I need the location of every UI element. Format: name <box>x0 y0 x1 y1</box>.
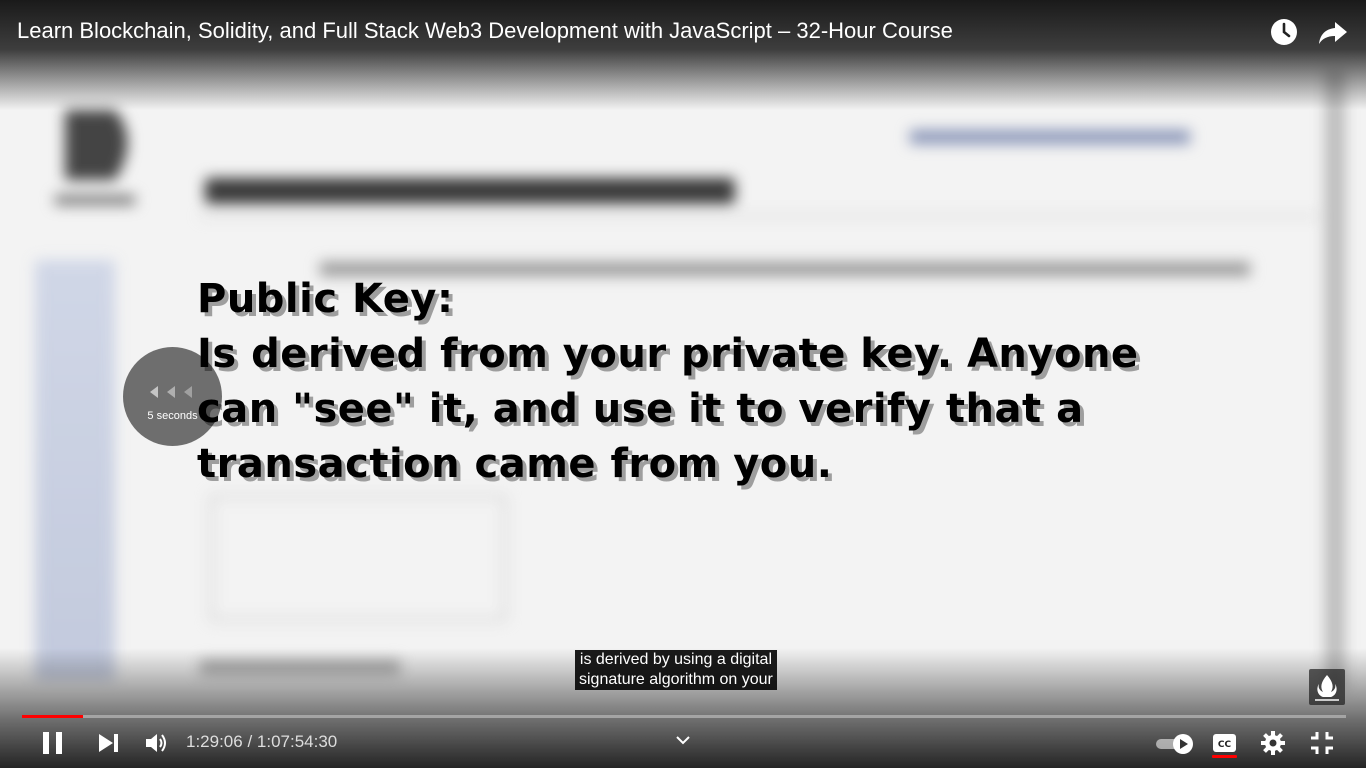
svg-text:CC: CC <box>1218 740 1232 750</box>
blurred-sidebar <box>35 260 115 680</box>
gear-icon[interactable] <box>1261 731 1285 755</box>
video-title[interactable]: Learn Blockchain, Solidity, and Full Sta… <box>17 18 953 44</box>
clock-icon[interactable] <box>1268 16 1300 48</box>
slide-line: transaction came from you. <box>197 441 833 487</box>
cc-icon[interactable]: CC <box>1212 733 1237 753</box>
top-gradient <box>0 0 1366 110</box>
blurred-logo <box>45 100 145 210</box>
time-display: 1:29:06 / 1:07:54:30 <box>186 732 338 751</box>
blurred-right-border <box>1325 70 1345 690</box>
watermark-logo[interactable] <box>1309 669 1345 705</box>
seek-back-indicator: 5 seconds <box>123 347 222 446</box>
caption-window[interactable]: is derived by using a digital signature … <box>575 650 777 690</box>
volume-icon[interactable] <box>144 731 170 755</box>
slide-line: Is derived from your private key. Anyone <box>197 331 1139 377</box>
slide-line: can "see" it, and use it to verify that … <box>197 386 1084 432</box>
blurred-divider <box>200 215 1320 217</box>
blurred-nav <box>910 130 1190 144</box>
progress-bar[interactable] <box>22 715 1346 718</box>
chevron-down-icon[interactable] <box>675 734 691 746</box>
pause-icon[interactable] <box>40 730 66 756</box>
progress-played <box>22 715 83 718</box>
caption-line: is derived by using a digital <box>579 651 772 668</box>
caption-line: signature algorithm on your <box>579 671 773 688</box>
rewind-arrows-icon <box>123 385 222 402</box>
exit-fullscreen-icon[interactable] <box>1310 731 1334 755</box>
blurred-heading <box>205 178 735 204</box>
autoplay-toggle[interactable] <box>1154 733 1196 755</box>
blurred-box <box>210 495 506 621</box>
slide-heading: Public Key: <box>197 276 454 322</box>
share-icon[interactable] <box>1317 16 1349 48</box>
cc-active-indicator <box>1212 755 1237 758</box>
seek-label: 5 seconds <box>147 410 198 422</box>
slide-overlay-text: Public Key: Is derived from your private… <box>197 272 1207 492</box>
next-icon[interactable] <box>97 732 121 754</box>
